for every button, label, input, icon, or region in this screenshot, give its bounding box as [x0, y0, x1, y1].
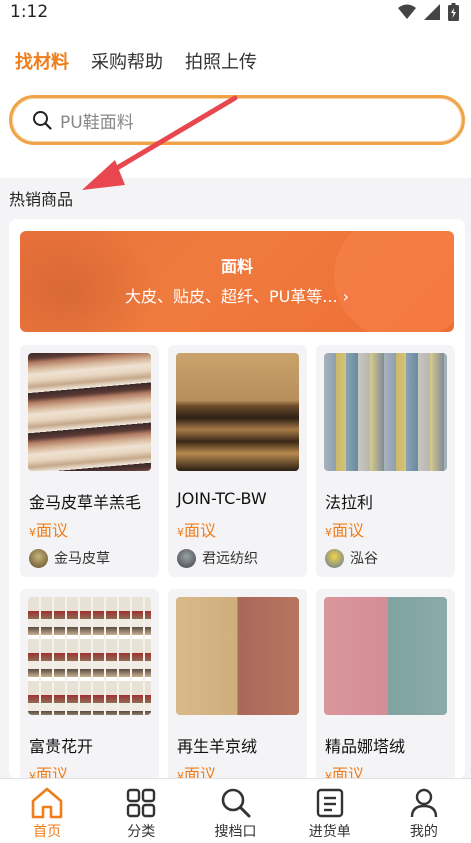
status-bar: 1:12 [0, 0, 471, 28]
currency-symbol: ¥ [29, 526, 36, 539]
product-name: 再生羊京绒 [177, 737, 258, 756]
product-image-velvet [324, 597, 447, 715]
seller-info[interactable]: 君远纺织 [177, 548, 258, 568]
price-value: 面议 [184, 521, 217, 540]
category-banner[interactable]: 面料 大皮、贴皮、超纤、PU革等... › [20, 231, 454, 332]
nav-label: 我的 [409, 824, 438, 840]
product-image-sheepskin [28, 353, 151, 471]
battery-icon [448, 3, 459, 21]
nav-label: 分类 [127, 824, 156, 840]
seller-name: 金马皮草 [54, 551, 110, 567]
seller-name: 君远纺织 [202, 551, 258, 567]
product-name: 法拉利 [325, 493, 374, 512]
product-card[interactable]: 金马皮草羊羔毛 ¥面议 金马皮草 [20, 345, 159, 577]
nav-search-stall[interactable]: 搜档口 [188, 779, 282, 843]
product-name: 金马皮草羊羔毛 [29, 493, 142, 512]
search-input[interactable]: PU鞋面料 [9, 95, 465, 145]
tab-find-materials[interactable]: 找材料 [15, 48, 69, 74]
banner-subtitle: 大皮、贴皮、超纤、PU革等... › [124, 287, 350, 306]
hot-products-panel: 面料 大皮、贴皮、超纤、PU革等... › 金马皮草羊羔毛 ¥面议 金马皮草 J… [9, 219, 465, 779]
product-price: ¥面议 [177, 761, 216, 779]
status-time: 1:12 [10, 2, 49, 22]
product-card[interactable]: 再生羊京绒 ¥面议 [168, 589, 307, 779]
currency-symbol: ¥ [325, 526, 332, 539]
product-image-fabric-swatches [324, 353, 447, 471]
nav-order-list[interactable]: 进货单 [283, 779, 377, 843]
product-card[interactable]: 法拉利 ¥面议 泓谷 [316, 345, 455, 577]
price-value: 面议 [184, 765, 217, 779]
price-value: 面议 [332, 765, 365, 779]
product-price: ¥面议 [177, 517, 216, 541]
banner-title: 面料 [220, 257, 253, 276]
avatar [325, 548, 344, 568]
order-list-icon [316, 788, 343, 818]
section-title: 热销商品 [9, 190, 74, 209]
product-image-leopard [176, 353, 299, 471]
price-value: 面议 [36, 765, 69, 779]
banner-decoration-glow [334, 231, 454, 332]
nav-label: 首页 [33, 824, 62, 840]
seller-info[interactable]: 金马皮草 [29, 548, 110, 568]
banner-decoration [20, 231, 160, 332]
avatar [29, 548, 48, 568]
product-name: 精品娜塔绒 [325, 737, 406, 756]
product-price: ¥面议 [325, 761, 364, 779]
product-image-color-chart [28, 597, 151, 715]
product-price: ¥面议 [325, 517, 364, 541]
nav-label: 进货单 [308, 824, 351, 840]
product-card[interactable]: 富贵花开 ¥面议 [20, 589, 159, 779]
product-price: ¥面议 [29, 761, 68, 779]
status-icons [398, 3, 459, 21]
price-value: 面议 [36, 521, 69, 540]
tab-purchase-help[interactable]: 采购帮助 [91, 48, 163, 74]
user-icon [410, 788, 438, 818]
nav-label: 搜档口 [214, 824, 257, 840]
grid-icon [127, 788, 156, 818]
price-value: 面议 [332, 521, 365, 540]
nav-home[interactable]: 首页 [0, 779, 94, 843]
nav-profile[interactable]: 我的 [377, 779, 471, 843]
product-name: JOIN-TC-BW [177, 489, 267, 508]
tab-bar: 找材料 采购帮助 拍照上传 [15, 48, 257, 74]
home-icon [31, 787, 63, 819]
avatar [177, 548, 196, 568]
product-image-suede [176, 597, 299, 715]
search-icon [221, 788, 250, 818]
currency-symbol: ¥ [177, 526, 184, 539]
wifi-icon [398, 4, 416, 19]
header: 找材料 采购帮助 拍照上传 PU鞋面料 [0, 28, 471, 178]
product-name: 富贵花开 [29, 737, 94, 756]
seller-info[interactable]: 泓谷 [325, 548, 378, 568]
search-placeholder: PU鞋面料 [60, 112, 134, 133]
product-price: ¥面议 [29, 517, 68, 541]
bottom-navigation: 首页 分类 搜档口 进货单 我的 [0, 778, 471, 843]
signal-icon [424, 4, 440, 20]
seller-name: 泓谷 [350, 551, 378, 567]
tab-photo-upload[interactable]: 拍照上传 [185, 48, 257, 74]
product-card[interactable]: JOIN-TC-BW ¥面议 君远纺织 [168, 345, 307, 577]
nav-category[interactable]: 分类 [94, 779, 188, 843]
search-icon [33, 111, 52, 130]
product-card[interactable]: 精品娜塔绒 ¥面议 [316, 589, 455, 779]
